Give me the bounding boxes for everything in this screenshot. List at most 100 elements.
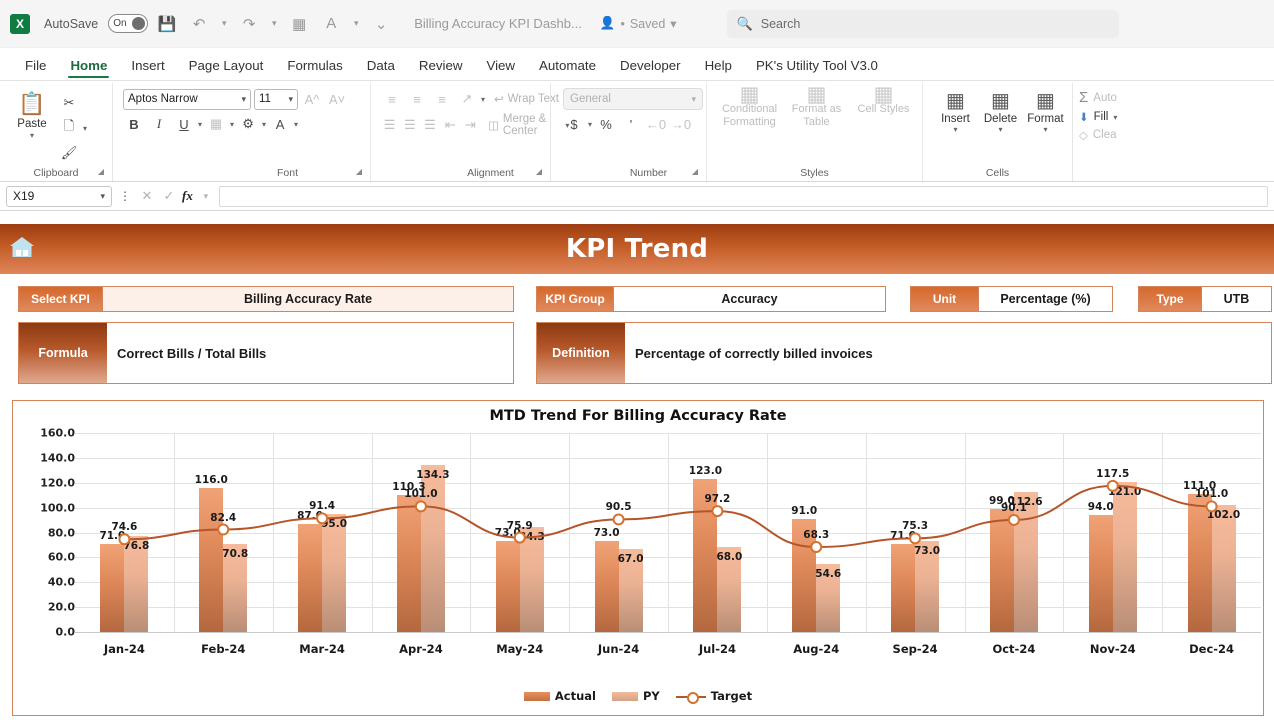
format-as-table-button[interactable]: ▦ Format as Table: [784, 84, 849, 129]
type-chip[interactable]: Type UTB: [1138, 286, 1272, 312]
clear-button[interactable]: ◇ Clea: [1079, 128, 1156, 142]
font-color-icon[interactable]: A: [318, 11, 344, 37]
legend-item-py[interactable]: PY: [612, 689, 660, 703]
paste-button[interactable]: 📋 Paste ▾: [6, 88, 58, 140]
borders-chevron-down-icon[interactable]: ▾: [230, 120, 234, 129]
increase-decimal-icon[interactable]: ←0: [645, 113, 667, 135]
underline-chevron-down-icon[interactable]: ▾: [198, 120, 202, 129]
increase-indent-icon[interactable]: ⇥: [462, 114, 479, 136]
tab-data[interactable]: Data: [356, 54, 406, 80]
tab-page-layout[interactable]: Page Layout: [178, 54, 275, 80]
customize-toolbar-icon[interactable]: ⌄: [368, 11, 394, 37]
formula-input[interactable]: [218, 185, 1268, 207]
orientation-icon[interactable]: ↗: [456, 88, 478, 110]
name-box[interactable]: X19 ▾: [6, 185, 112, 207]
redo-icon[interactable]: ↷: [236, 11, 262, 37]
formula-bar-more-icon[interactable]: ⋮: [116, 189, 134, 203]
decrease-decimal-icon[interactable]: →0: [670, 113, 692, 135]
percent-icon[interactable]: %: [595, 113, 617, 135]
align-bottom-icon[interactable]: ≡: [431, 88, 453, 110]
align-top-icon[interactable]: ≡: [381, 88, 403, 110]
table-icon[interactable]: ▦: [286, 11, 312, 37]
legend-item-target[interactable]: Target: [675, 689, 753, 704]
cut-icon[interactable]: ✂: [58, 92, 80, 114]
search-input[interactable]: 🔍 Search: [726, 9, 1119, 38]
autosave-toggle[interactable]: On: [108, 14, 149, 33]
kpi-group-chip[interactable]: KPI Group Accuracy: [536, 286, 886, 312]
tab-view[interactable]: View: [475, 54, 526, 80]
font-dialog-launcher-icon[interactable]: ◢: [356, 164, 362, 180]
select-kpi-chip[interactable]: Select KPI Billing Accuracy Rate: [18, 286, 514, 312]
font-color-chevron-down-icon[interactable]: ▾: [350, 18, 362, 29]
delete-cells-button[interactable]: ▦ Delete ▾: [980, 88, 1021, 134]
cancel-icon[interactable]: ✕: [138, 188, 156, 204]
insert-cells-button[interactable]: ▦ Insert ▾: [935, 88, 976, 134]
paste-chevron-down-icon[interactable]: ▾: [30, 131, 34, 140]
currency-icon[interactable]: $: [563, 113, 585, 135]
save-status[interactable]: 👤 • Saved ▾: [600, 16, 677, 31]
tab-insert[interactable]: Insert: [120, 54, 175, 80]
copy-icon[interactable]: 🗋: [58, 117, 80, 139]
enter-icon[interactable]: ✓: [160, 188, 178, 204]
document-title[interactable]: Billing Accuracy KPI Dashb...: [414, 16, 582, 31]
format-painter-icon[interactable]: 🖌: [58, 142, 80, 164]
tab-developer[interactable]: Developer: [609, 54, 692, 80]
tab-review[interactable]: Review: [408, 54, 474, 80]
autosum-button[interactable]: Σ Auto: [1079, 89, 1156, 106]
tab-help[interactable]: Help: [694, 54, 743, 80]
copy-chevron-down-icon[interactable]: ▾: [83, 124, 87, 133]
format-chevron-down-icon[interactable]: ▾: [1043, 125, 1047, 134]
number-format-select[interactable]: General ▾: [563, 88, 703, 110]
align-left-icon[interactable]: ☰: [381, 114, 398, 136]
kpi-group-label: KPI Group: [537, 287, 614, 311]
tab-automate[interactable]: Automate: [528, 54, 607, 80]
insert-chevron-down-icon[interactable]: ▾: [953, 125, 957, 134]
tab-pk-utility-tool[interactable]: PK's Utility Tool V3.0: [745, 54, 889, 80]
decrease-font-size-icon[interactable]: A˅: [326, 88, 348, 110]
tab-formulas[interactable]: Formulas: [276, 54, 353, 80]
align-center-icon[interactable]: ☰: [401, 114, 418, 136]
formula-bar: X19 ▾ ⋮ ✕ ✓ fx ▾: [0, 182, 1274, 211]
alignment-dialog-launcher-icon[interactable]: ◢: [536, 164, 542, 180]
insert-function-icon[interactable]: fx: [182, 188, 193, 204]
x-axis-tick-label: Aug-24: [793, 642, 840, 656]
fill-button[interactable]: ⬇ Fill ▾: [1079, 110, 1156, 124]
align-middle-icon[interactable]: ≡: [406, 88, 428, 110]
italic-button[interactable]: I: [148, 113, 170, 135]
conditional-formatting-button[interactable]: ▦ Conditional Formatting: [717, 84, 782, 129]
select-kpi-value[interactable]: Billing Accuracy Rate: [103, 287, 513, 311]
formula-chevron-down-icon[interactable]: ▾: [197, 191, 215, 202]
font-color-button-icon[interactable]: A: [269, 113, 291, 135]
unit-chip[interactable]: Unit Percentage (%): [910, 286, 1113, 312]
delete-label: Delete: [983, 113, 1018, 125]
clipboard-dialog-launcher-icon[interactable]: ◢: [98, 164, 104, 180]
comma-style-icon[interactable]: ': [620, 113, 642, 135]
decrease-indent-icon[interactable]: ⇤: [442, 114, 459, 136]
redo-chevron-down-icon[interactable]: ▾: [268, 18, 280, 29]
share-person-icon: 👤: [599, 16, 616, 30]
fill-color-icon[interactable]: ⚙: [237, 113, 259, 135]
font-name-select[interactable]: Aptos Narrow ▾: [123, 88, 251, 110]
legend-label-target: Target: [710, 689, 753, 703]
format-cells-button[interactable]: ▦ Format ▾: [1025, 88, 1066, 134]
undo-icon[interactable]: ↶: [186, 11, 212, 37]
cell-styles-button[interactable]: ▦ Cell Styles: [851, 84, 916, 116]
tab-home[interactable]: Home: [59, 54, 118, 80]
underline-button[interactable]: U: [173, 113, 195, 135]
orientation-chevron-down-icon[interactable]: ▾: [481, 95, 485, 104]
undo-chevron-down-icon[interactable]: ▾: [218, 18, 230, 29]
legend-item-actual[interactable]: Actual: [523, 689, 596, 703]
font-size-select[interactable]: 11 ▾: [254, 88, 298, 110]
delete-chevron-down-icon[interactable]: ▾: [998, 125, 1002, 134]
save-icon[interactable]: 💾: [154, 11, 180, 37]
tab-file[interactable]: File: [14, 54, 57, 80]
borders-icon[interactable]: ▦: [205, 113, 227, 135]
increase-font-size-icon[interactable]: A^: [301, 88, 323, 110]
number-dialog-launcher-icon[interactable]: ◢: [692, 164, 698, 180]
align-right-icon[interactable]: ☰: [421, 114, 438, 136]
bold-button[interactable]: B: [123, 113, 145, 135]
home-icon[interactable]: [8, 235, 36, 259]
currency-chevron-down-icon[interactable]: ▾: [588, 120, 592, 129]
font-color-button-chevron-down-icon[interactable]: ▾: [294, 120, 298, 129]
fill-color-chevron-down-icon[interactable]: ▾: [262, 120, 266, 129]
